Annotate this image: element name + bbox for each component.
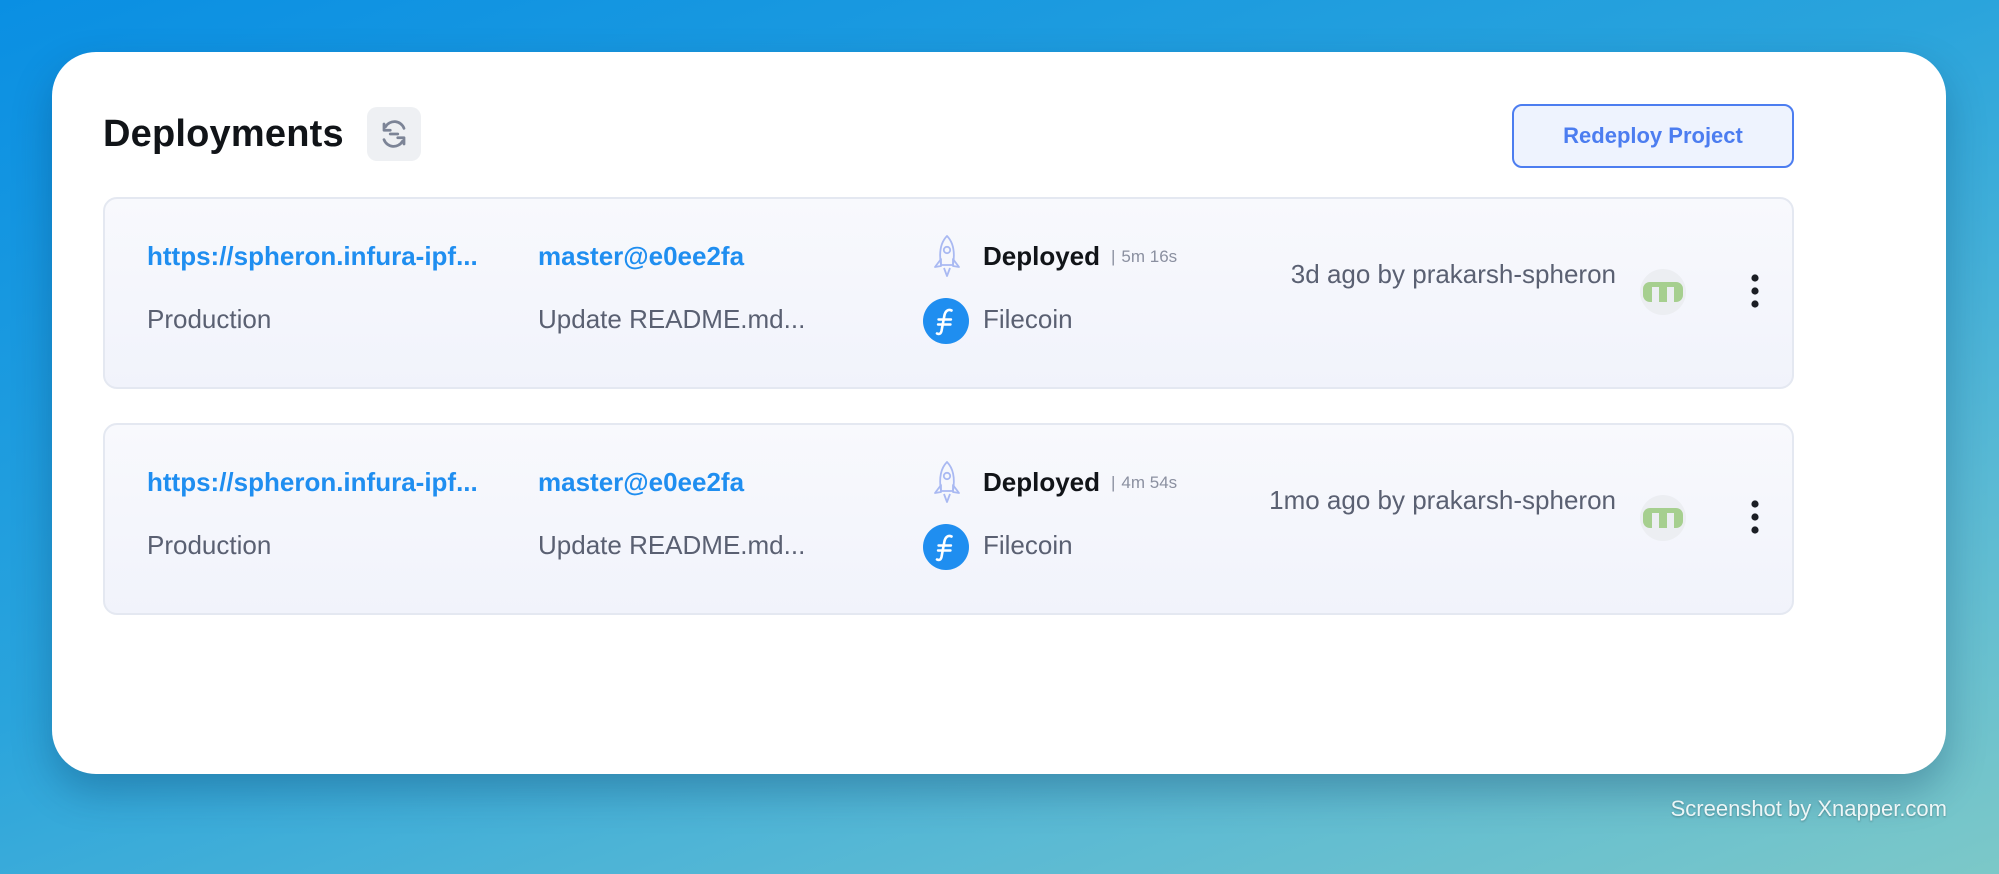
deployment-status: Deployed [983,467,1101,497]
deployment-url-link[interactable]: https://spheron.infura-ipf... [147,241,478,272]
rocket-icon [934,461,960,503]
branch-commit-link[interactable]: master@e0ee2fa [538,467,744,498]
network-label: Filecoin [983,304,1073,334]
duration-value: 4m 54s [1121,473,1178,492]
network-label: Filecoin [983,530,1073,560]
deployment-status: Deployed [983,241,1101,271]
deployment-row: https://spheron.infura-ipf... Production… [103,197,1794,389]
redeploy-project-button[interactable]: Redeploy Project [1512,104,1794,168]
filecoin-icon [923,298,969,344]
deployment-list: https://spheron.infura-ipf... Production… [103,197,1794,649]
more-options-icon[interactable] [1750,273,1760,309]
deployed-by: 3d ago by prakarsh-spheron [1290,259,1616,289]
filecoin-icon [923,524,969,570]
deployed-by: 1mo ago by prakarsh-spheron [1269,485,1616,515]
deployment-duration: | 5m 16s [1111,247,1178,266]
refresh-icon [382,120,406,148]
environment-label: Production [147,530,272,560]
watermark: Screenshot by Xnapper.com [1670,796,1947,821]
environment-label: Production [147,304,272,334]
page-title: Deployments [103,113,344,155]
commit-message: Update README.md... [538,304,806,334]
refresh-button[interactable] [367,107,421,161]
avatar [1640,269,1686,315]
rocket-icon [934,235,960,277]
duration-value: 5m 16s [1121,247,1178,266]
deployments-header: Deployments Redeploy Project [103,104,1794,175]
deployment-url-link[interactable]: https://spheron.infura-ipf... [147,467,478,498]
deployment-duration: | 4m 54s [1111,473,1178,492]
commit-message: Update README.md... [538,530,806,560]
deployment-row: https://spheron.infura-ipf... Production… [103,423,1794,615]
more-options-icon[interactable] [1750,499,1760,535]
avatar [1640,495,1686,541]
branch-commit-link[interactable]: master@e0ee2fa [538,241,744,272]
